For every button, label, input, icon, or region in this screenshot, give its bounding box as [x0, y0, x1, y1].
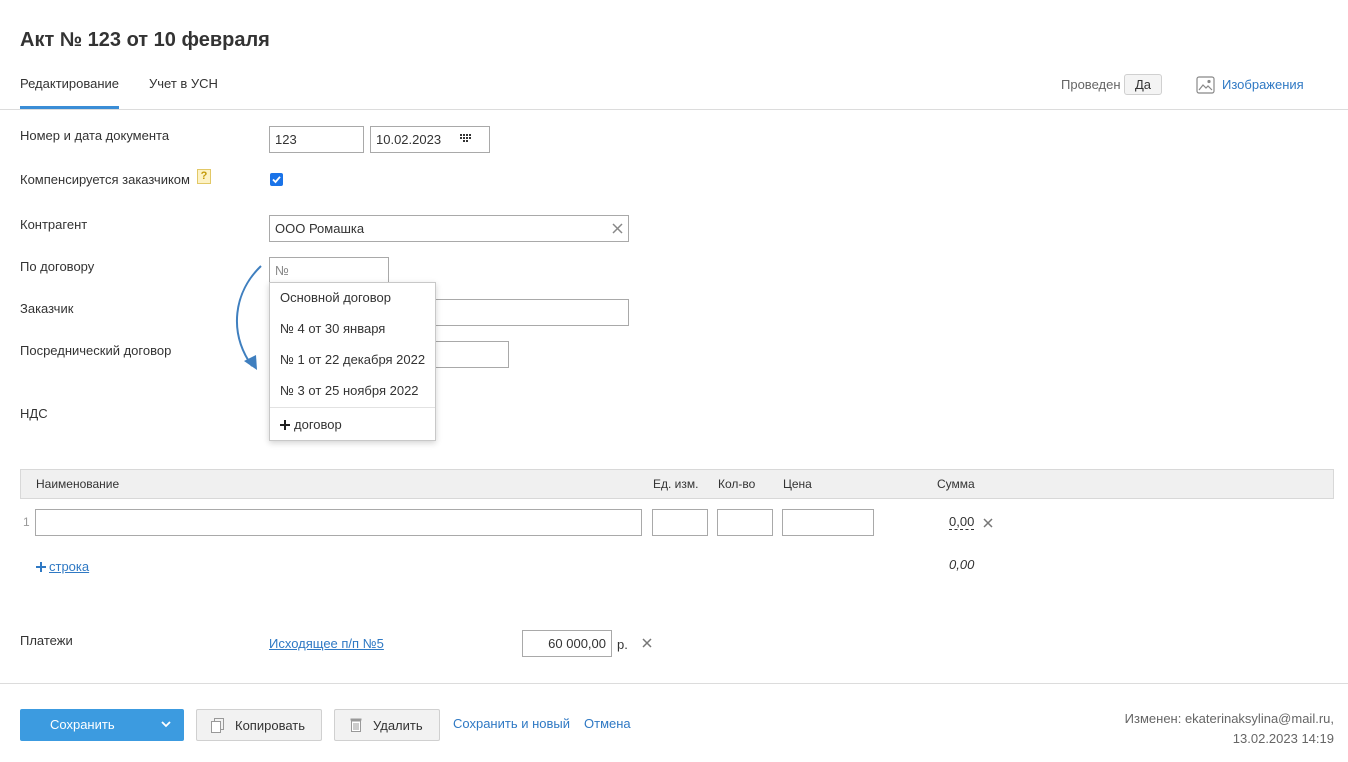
image-icon[interactable] [1196, 76, 1215, 94]
contract-label: По договору [20, 259, 95, 274]
arrow-annotation [236, 265, 262, 370]
changed-by: Изменен: ekaterinaksylina@mail.ru, [1124, 711, 1334, 726]
save-button-label: Сохранить [50, 717, 115, 732]
delete-row-icon[interactable] [983, 518, 993, 528]
doc-number-input[interactable]: 123 [269, 126, 364, 153]
dropdown-item-contract-3[interactable]: № 3 от 25 ноября 2022 [280, 383, 419, 398]
col-unit-header: Ед. изм. [653, 477, 699, 491]
row-number: 1 [23, 515, 30, 529]
col-price-header: Цена [783, 477, 812, 491]
contractor-input[interactable]: ООО Ромашка [269, 215, 629, 242]
tabs-divider [0, 109, 1348, 110]
compensated-label: Компенсируется заказчиком [20, 172, 190, 187]
item-price-input[interactable] [782, 509, 874, 536]
dropdown-item-main[interactable]: Основной договор [280, 290, 391, 305]
dropdown-add-contract[interactable]: договор [280, 417, 342, 432]
help-icon[interactable]: ? [197, 169, 211, 184]
currency-label: р. [617, 637, 628, 652]
item-qty-input[interactable] [717, 509, 773, 536]
doc-date-input[interactable]: 10.02.2023 [370, 126, 490, 153]
add-row-label: строка [49, 559, 90, 574]
customer-input[interactable] [420, 299, 629, 326]
copy-button-label: Копировать [235, 718, 305, 733]
add-row-button[interactable]: строка [36, 559, 89, 574]
save-and-new-link[interactable]: Сохранить и новый [453, 716, 570, 731]
delete-button[interactable]: Удалить [334, 709, 440, 741]
contract-input[interactable]: № [269, 257, 389, 284]
remove-payment-icon[interactable] [642, 638, 652, 648]
posted-toggle[interactable]: Да [1124, 74, 1162, 95]
item-name-input[interactable] [35, 509, 642, 536]
doc-number-date-label: Номер и дата документа [20, 128, 170, 143]
trash-icon [350, 718, 362, 732]
dropdown-item-contract-1[interactable]: № 1 от 22 декабря 2022 [280, 352, 425, 367]
save-button[interactable]: Сохранить [20, 709, 184, 741]
page-title: Акт № 123 от 10 февраля [20, 29, 270, 51]
col-qty-header: Кол-во [718, 477, 756, 491]
compensated-checkbox[interactable] [270, 173, 283, 186]
agent-contract-label: Посреднический договор [20, 343, 172, 358]
plus-icon [280, 420, 290, 430]
contractor-label: Контрагент [20, 217, 88, 232]
copy-button[interactable]: Копировать [196, 709, 322, 741]
checkmark-icon [272, 176, 281, 184]
delete-button-label: Удалить [373, 718, 423, 733]
col-name-header: Наименование [36, 477, 120, 491]
posted-label: Проведен [1061, 77, 1121, 92]
table-total: 0,00 [949, 557, 975, 572]
col-sum-header: Сумма [937, 477, 975, 491]
item-unit-input[interactable] [652, 509, 708, 536]
dropdown-item-contract-4[interactable]: № 4 от 30 января [280, 321, 385, 336]
clear-icon[interactable] [612, 223, 623, 234]
doc-date-value: 10.02.2023 [376, 132, 442, 147]
dropdown-add-label: договор [294, 417, 342, 432]
copy-icon [211, 718, 224, 733]
row-sum[interactable]: 0,00 [949, 515, 975, 530]
payment-amount-input[interactable]: 60 000,00 [522, 630, 612, 657]
payment-doc-link[interactable]: Исходящее п/п №5 [269, 636, 384, 651]
tab-editing[interactable]: Редактирование [20, 76, 119, 91]
tab-usn[interactable]: Учет в УСН [149, 76, 218, 91]
contract-dropdown: Основной договор № 4 от 30 января № 1 от… [269, 282, 436, 441]
cancel-link[interactable]: Отмена [584, 716, 631, 731]
images-link[interactable]: Изображения [1222, 77, 1304, 92]
chevron-down-icon[interactable] [160, 717, 172, 731]
customer-label: Заказчик [20, 301, 74, 316]
vat-label: НДС [20, 406, 48, 421]
dropdown-separator [270, 407, 435, 408]
changed-at: 13.02.2023 14:19 [1232, 731, 1334, 746]
plus-icon [36, 562, 46, 572]
footer-divider [0, 683, 1348, 684]
calendar-icon[interactable] [460, 133, 472, 143]
payments-label: Платежи [20, 633, 73, 648]
